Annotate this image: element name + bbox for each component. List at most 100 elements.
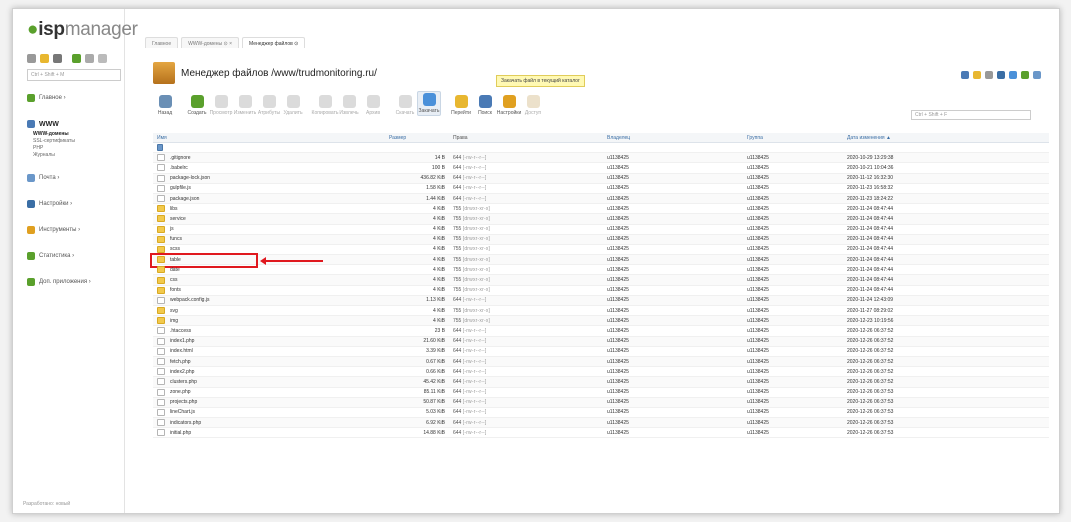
table-row[interactable]: js 4 KiB 755 [drwxr-xr-x] u1138425 u1138425 2… — [153, 225, 1049, 235]
tab-item[interactable]: Главное — [145, 37, 179, 48]
tab-item[interactable]: Менеджер файлов ⊙ — [242, 37, 306, 48]
toolbar-button[interactable]: Архив — [361, 95, 385, 116]
filter-input[interactable]: Ctrl + Shift + F — [911, 110, 1031, 120]
table-row[interactable]: index1.php 21.60 KiB 644 [-rw-r--r--] u1138… — [153, 336, 1049, 347]
cell-name[interactable]: funcs — [153, 235, 385, 243]
col-group-header[interactable]: Группа — [743, 135, 843, 141]
sidebar-item[interactable]: Почта › — [27, 171, 121, 185]
toolbar-button[interactable]: Доступ — [521, 95, 545, 116]
table-row[interactable]: .babelrc 100 B 644 [-rw-r--r--] u1138425 u11… — [153, 163, 1049, 174]
toolbar-button[interactable]: Закачать — [417, 91, 441, 116]
cell-name[interactable]: package-lock.json — [153, 174, 385, 182]
refresh-icon[interactable] — [961, 71, 969, 79]
toolbar-button[interactable]: Перейти — [449, 95, 473, 116]
cell-name[interactable]: service — [153, 215, 385, 223]
cell-name[interactable]: index.html — [153, 347, 385, 355]
ispmanager-logo[interactable]: ●ispmanager — [27, 19, 138, 41]
favorite-icon[interactable] — [973, 71, 981, 79]
help-icon[interactable] — [1021, 71, 1029, 79]
cell-name[interactable]: gulpfile.js — [153, 184, 385, 192]
toolbar-button[interactable]: Атрибуты — [257, 95, 281, 116]
col-perm-header[interactable]: Права — [449, 135, 603, 141]
table-settings-icon[interactable] — [997, 71, 1005, 79]
cell-name[interactable]: fonts — [153, 286, 385, 294]
user-icon[interactable] — [53, 54, 62, 63]
table-row[interactable]: service 4 KiB 755 [drwxr-xr-x] u1138425 u113… — [153, 214, 1049, 225]
sidebar-item[interactable]: Главное › — [27, 91, 121, 105]
cell-name[interactable]: initial.php — [153, 429, 385, 437]
table-row[interactable]: clusters.php 45.42 KiB 644 [-rw-r--r--] u11… — [153, 377, 1049, 388]
table-row[interactable]: zone.php 85.11 KiB 644 [-rw-r--r--] u113842… — [153, 388, 1049, 398]
table-row[interactable]: lineChart.js 5.03 KiB 644 [-rw-r--r--] u113… — [153, 408, 1049, 419]
toolbar-button[interactable]: Извлечь — [337, 95, 361, 116]
sidebar-item[interactable]: Настройки › — [27, 197, 121, 211]
menu-icon[interactable] — [27, 54, 36, 63]
table-row[interactable]: package.json 1.44 KiB 644 [-rw-r--r--] u113… — [153, 193, 1049, 205]
col-size-header[interactable]: Размер — [385, 135, 449, 141]
toolbar-button[interactable]: Копировать — [312, 95, 338, 116]
toolbar-button[interactable]: Настройки — [497, 95, 521, 116]
col-date-header[interactable]: Дата изменения ▲ — [843, 135, 1043, 141]
toolbar-button[interactable]: Скачать — [393, 95, 417, 116]
toolbar-button[interactable]: Удалить — [281, 95, 305, 116]
cell-name[interactable]: svg — [153, 307, 385, 315]
cell-name[interactable]: js — [153, 225, 385, 233]
cell-name[interactable]: libs — [153, 205, 385, 213]
table-row[interactable]: indicators.php 6.92 KiB 644 [-rw-r--r--] u1… — [153, 418, 1049, 429]
tab-item[interactable]: WWW-домены ⊙ × — [181, 37, 240, 48]
cell-name[interactable]: lineChart.js — [153, 408, 385, 416]
cell-name[interactable]: clusters.php — [153, 378, 385, 386]
chart-icon[interactable] — [1009, 71, 1017, 79]
star-icon[interactable] — [40, 54, 49, 63]
table-row[interactable]: .gitignore 14 B 644 [-rw-r--r--] u1138425 u1… — [153, 153, 1049, 164]
table-row[interactable]: funcs 4 KiB 755 [drwxr-xr-x] u1138425 u11384… — [153, 234, 1049, 245]
col-name-header[interactable]: Имя — [153, 135, 385, 141]
print-icon[interactable] — [1033, 71, 1041, 79]
toolbar-button[interactable]: Поиск — [473, 95, 497, 116]
table-row[interactable]: index2.php 0.66 KiB 644 [-rw-r--r--] u11384… — [153, 367, 1049, 378]
toolbar-button[interactable]: Изменить — [233, 95, 257, 116]
sidebar-item[interactable]: Статистика › — [27, 249, 121, 263]
toolbar-button[interactable]: Создать — [185, 95, 209, 116]
cell-name[interactable]: .gitignore — [153, 154, 385, 162]
table-row[interactable]: initial.php 14.88 KiB 644 [-rw-r--r--] u113… — [153, 428, 1049, 439]
cell-name[interactable] — [153, 144, 385, 152]
table-row[interactable]: css 4 KiB 755 [drwxr-xr-x] u1138425 u1138425… — [153, 275, 1049, 286]
cell-name[interactable]: index2.php — [153, 368, 385, 376]
table-row[interactable]: svg 4 KiB 755 [drwxr-xr-x] u1138425 u1138425… — [153, 306, 1049, 317]
table-row[interactable]: webpack.config.js 1.13 KiB 644 [-rw-r--r--… — [153, 295, 1049, 306]
cell-name[interactable]: index1.php — [153, 337, 385, 345]
table-row[interactable]: img 4 KiB 755 [drwxr-xr-x] u1138425 u1138425… — [153, 316, 1049, 327]
table-row[interactable]: index.html 3.39 KiB 644 [-rw-r--r--] u11384… — [153, 347, 1049, 357]
table-row[interactable]: fetch.php 0.67 KiB 644 [-rw-r--r--] u113842… — [153, 356, 1049, 368]
table-row[interactable]: table 4 KiB 755 [drwxr-xr-x] u1138425 u11384… — [150, 253, 1049, 269]
table-row[interactable]: package-lock.json 436.82 KiB 644 [-rw-r--r… — [153, 173, 1049, 184]
sidebar-subitem[interactable]: PHP — [33, 145, 121, 152]
sidebar-subitem[interactable]: Журналы — [33, 152, 121, 159]
sidebar-item[interactable]: Доп. приложения › — [27, 275, 121, 289]
toolbar-button[interactable]: Назад — [153, 95, 177, 116]
collapse-icon[interactable] — [85, 54, 94, 63]
pin-icon[interactable] — [985, 71, 993, 79]
table-row[interactable] — [153, 143, 1049, 154]
cell-name[interactable]: webpack.config.js — [153, 296, 385, 304]
cell-name[interactable]: .babelrc — [153, 164, 385, 172]
cell-name[interactable]: img — [153, 317, 385, 325]
cell-name[interactable]: projects.php — [153, 398, 385, 406]
table-row[interactable]: date 4 KiB 755 [drwxr-xr-x] u1138425 u113842… — [153, 265, 1049, 276]
cell-name[interactable]: package.json — [153, 195, 385, 203]
table-row[interactable]: .htaccess 23 B 644 [-rw-r--r--] u1138425 u11… — [153, 326, 1049, 337]
cell-name[interactable]: scss — [153, 245, 385, 253]
sidebar-subitem[interactable]: WWW-домены — [33, 131, 121, 138]
cell-name[interactable]: fetch.php — [153, 358, 385, 366]
cell-name[interactable]: indicators.php — [153, 419, 385, 427]
table-row[interactable]: libs 4 KiB 755 [drwxr-xr-x] u1138425 u113842… — [153, 204, 1049, 215]
pin-icon[interactable] — [98, 54, 107, 63]
table-row[interactable]: projects.php 50.87 KiB 644 [-rw-r--r--] u11… — [153, 397, 1049, 408]
toolbar-button[interactable]: Просмотр — [209, 95, 233, 116]
sidebar-search-input[interactable]: Ctrl + Shift + M — [27, 69, 121, 81]
cell-name[interactable]: date — [153, 266, 385, 274]
sidebar-item[interactable]: WWW — [27, 117, 121, 131]
table-row[interactable]: fonts 4 KiB 755 [drwxr-xr-x] u1138425 u11384… — [153, 286, 1049, 296]
cell-name[interactable]: zone.php — [153, 388, 385, 396]
